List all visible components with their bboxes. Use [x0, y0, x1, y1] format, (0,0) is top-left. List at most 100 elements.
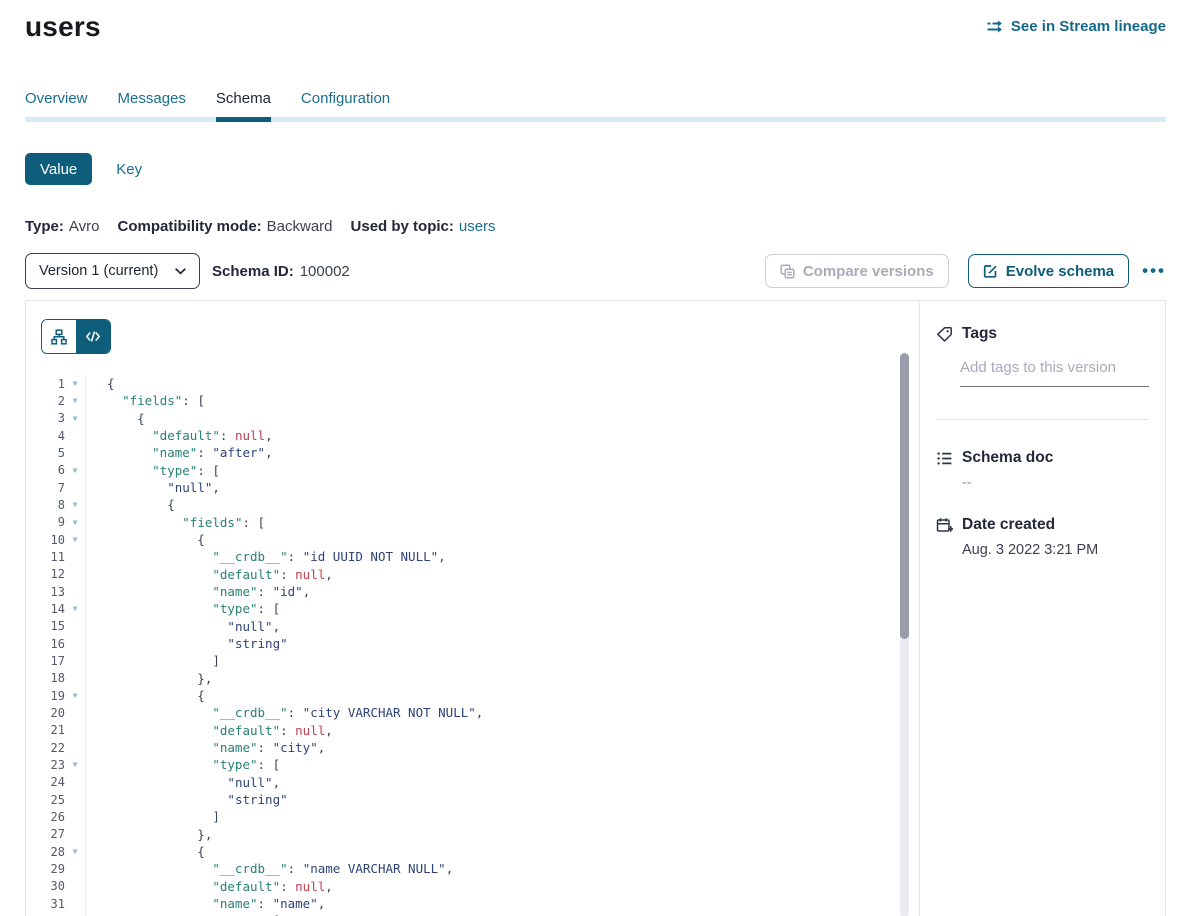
code-line: 30 "default": null,: [26, 878, 919, 895]
date-created-value: Aug. 3 2022 3:21 PM: [962, 542, 1149, 558]
tab-overview[interactable]: Overview: [25, 90, 88, 108]
schema-id-label: Schema ID:: [212, 263, 294, 280]
sidebar-divider: [936, 419, 1149, 420]
scrollbar-thumb[interactable]: [900, 353, 909, 639]
code-text: "type": [: [85, 600, 919, 617]
code-line: 23▼ "type": [: [26, 756, 919, 773]
code-line: 16 "string": [26, 635, 919, 652]
line-number: 5: [26, 446, 65, 460]
code-line: 6▼ "type": [: [26, 462, 919, 479]
compatibility-value: Backward: [267, 218, 333, 236]
fold-arrow-icon[interactable]: ▼: [65, 912, 85, 916]
code-line: 20 "__crdb__": "city VARCHAR NOT NULL",: [26, 704, 919, 721]
schema-id: Schema ID: 100002: [212, 263, 350, 280]
tree-view-button[interactable]: [42, 320, 76, 353]
schema-meta-row: Type: Avro Compatibility mode: Backward …: [25, 218, 1166, 236]
code-line: 15 "null",: [26, 618, 919, 635]
fold-arrow-icon[interactable]: ▼: [65, 756, 85, 773]
code-text: {: [85, 496, 919, 513]
schema-doc-value: --: [962, 475, 1149, 491]
code-line: 29 "__crdb__": "name VARCHAR NULL",: [26, 860, 919, 877]
line-number: 18: [26, 671, 65, 685]
code-line: 3▼ {: [26, 410, 919, 427]
code-text: {: [85, 687, 919, 704]
stream-lineage-icon: [986, 19, 1004, 34]
code-text: "null",: [85, 774, 919, 791]
line-number: 31: [26, 897, 65, 911]
code-text: "type": [: [85, 912, 919, 916]
code-text: {: [85, 843, 919, 860]
date-created-heading: Date created: [962, 516, 1055, 534]
compare-button-label: Compare versions: [803, 263, 934, 280]
code-text: {: [85, 410, 919, 427]
fold-arrow-icon[interactable]: ▼: [65, 392, 85, 409]
line-number: 30: [26, 879, 65, 893]
schema-controls-row: Version 1 (current) Schema ID: 100002 Co…: [25, 253, 1166, 289]
code-view-button[interactable]: [76, 320, 110, 353]
fold-arrow-icon[interactable]: ▼: [65, 687, 85, 704]
value-tab-button[interactable]: Value: [25, 153, 92, 185]
type-label: Type:: [25, 218, 64, 236]
code-line: 4 "default": null,: [26, 427, 919, 444]
code-line: 32▼ "type": [: [26, 912, 919, 916]
tab-schema[interactable]: Schema: [216, 90, 271, 108]
line-number: 11: [26, 550, 65, 564]
code-text: "name": "name",: [85, 895, 919, 912]
fold-arrow-icon[interactable]: ▼: [65, 410, 85, 427]
line-number: 22: [26, 741, 65, 755]
line-number: 29: [26, 862, 65, 876]
fold-arrow-icon[interactable]: ▼: [65, 496, 85, 513]
tabs-block: Overview Messages Schema Configuration: [25, 90, 1166, 122]
code-text: "null",: [85, 479, 919, 496]
code-line: 14▼ "type": [: [26, 600, 919, 617]
code-line: 25 "string": [26, 791, 919, 808]
fold-arrow-icon[interactable]: ▼: [65, 462, 85, 479]
code-line: 9▼ "fields": [: [26, 514, 919, 531]
tags-heading: Tags: [962, 325, 997, 343]
line-number: 24: [26, 775, 65, 789]
tab-configuration[interactable]: Configuration: [301, 90, 390, 108]
code-text: ]: [85, 808, 919, 825]
line-number: 3: [26, 411, 65, 425]
code-text: "fields": [: [85, 514, 919, 531]
code-line: 5 "name": "after",: [26, 444, 919, 461]
type-value: Avro: [69, 218, 100, 236]
tab-track: [25, 117, 1166, 122]
scrollbar-track[interactable]: [900, 353, 909, 916]
code-editor[interactable]: 1▼{2▼ "fields": [3▼ {4 "default": null,5…: [26, 375, 919, 916]
evolve-button-label: Evolve schema: [1006, 263, 1114, 280]
fold-arrow-icon[interactable]: ▼: [65, 375, 85, 392]
code-text: {: [85, 375, 919, 392]
line-number: 27: [26, 827, 65, 841]
code-line: 17 ]: [26, 652, 919, 669]
compare-versions-button[interactable]: Compare versions: [765, 254, 949, 288]
code-line: 31 "name": "name",: [26, 895, 919, 912]
code-line: 18 },: [26, 670, 919, 687]
fold-arrow-icon[interactable]: ▼: [65, 531, 85, 548]
version-select-value: Version 1 (current): [39, 263, 158, 279]
editor-toolbar: [26, 301, 919, 354]
code-text: "default": null,: [85, 878, 919, 895]
code-line: 21 "default": null,: [26, 722, 919, 739]
key-tab-link[interactable]: Key: [116, 161, 142, 178]
fold-arrow-icon[interactable]: ▼: [65, 843, 85, 860]
more-options-button[interactable]: •••: [1142, 254, 1166, 288]
fold-arrow-icon[interactable]: ▼: [65, 514, 85, 531]
code-line: 10▼ {: [26, 531, 919, 548]
schema-code-panel: 1▼{2▼ "fields": [3▼ {4 "default": null,5…: [26, 301, 920, 916]
code-text: "default": null,: [85, 566, 919, 583]
code-text: "__crdb__": "id UUID NOT NULL",: [85, 548, 919, 565]
topic-link[interactable]: users: [459, 218, 496, 236]
fold-arrow-icon[interactable]: ▼: [65, 600, 85, 617]
tab-messages[interactable]: Messages: [118, 90, 186, 108]
add-tags-input[interactable]: [960, 359, 1149, 387]
compare-icon: [780, 264, 795, 279]
version-select[interactable]: Version 1 (current): [25, 253, 200, 289]
code-line: 22 "name": "city",: [26, 739, 919, 756]
lineage-link-label: See in Stream lineage: [1011, 18, 1166, 35]
evolve-schema-button[interactable]: Evolve schema: [968, 254, 1129, 288]
see-in-stream-lineage-link[interactable]: See in Stream lineage: [986, 18, 1166, 35]
code-line: 8▼ {: [26, 496, 919, 513]
code-line: 11 "__crdb__": "id UUID NOT NULL",: [26, 548, 919, 565]
schema-doc-section-heading: Schema doc: [936, 449, 1149, 467]
